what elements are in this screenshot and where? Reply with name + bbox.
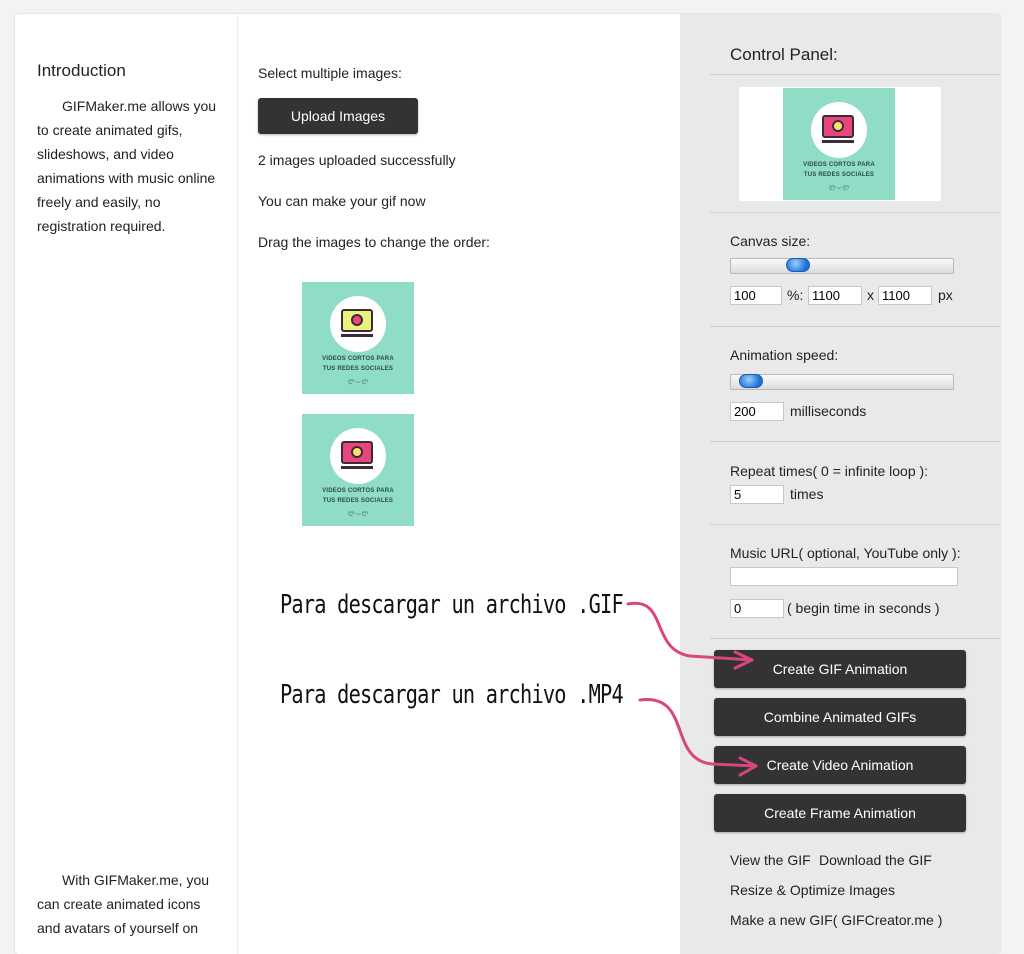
gif-arrow bbox=[626, 601, 754, 662]
mp4-arrow bbox=[638, 698, 758, 768]
annotation-arrows bbox=[626, 601, 758, 777]
